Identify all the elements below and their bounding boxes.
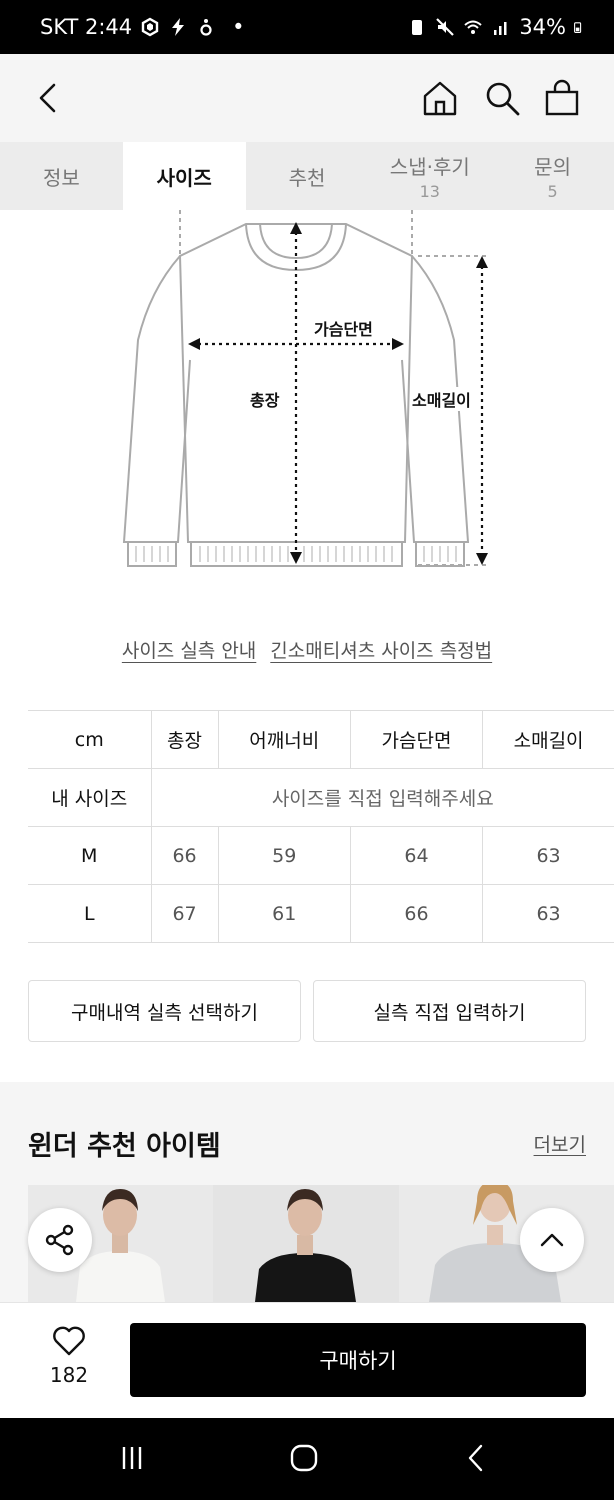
size-label: L xyxy=(28,884,151,943)
my-size-row: 내 사이즈 사이즈를 직접 입력해주세요 xyxy=(28,768,614,827)
carrier-time: SKT 2:44 xyxy=(40,15,133,39)
size-table: cm 총장 어깨너비 가슴단면 소매길이 내 사이즈 사이즈를 직접 입력해주세… xyxy=(28,710,614,943)
unit-header: cm xyxy=(28,710,151,769)
bolt-icon xyxy=(172,18,185,36)
table-cell: 63 xyxy=(482,826,614,885)
table-cell: 59 xyxy=(217,826,351,885)
system-nav-bar xyxy=(0,1418,614,1500)
cart-button[interactable] xyxy=(540,76,584,120)
home-nav-icon xyxy=(290,1444,318,1472)
table-header-row: cm 총장 어깨너비 가슴단면 소매길이 xyxy=(28,710,614,769)
mute-icon xyxy=(436,18,455,36)
tab-inquiry[interactable]: 문의 5 xyxy=(491,142,614,210)
column-header: 어깨너비 xyxy=(217,710,351,769)
recommend-title: 윈더 추천 아이템 xyxy=(28,1131,221,1162)
select-history-button[interactable]: 구매내역 실측 선택하기 xyxy=(28,980,301,1042)
table-cell: 61 xyxy=(217,884,351,943)
recent-apps-button[interactable] xyxy=(112,1438,152,1478)
my-size-input[interactable]: 사이즈를 직접 입력해주세요 xyxy=(150,768,614,827)
recent-apps-icon xyxy=(122,1447,142,1469)
size-guide-link[interactable]: 사이즈 실측 안내 xyxy=(122,636,256,663)
length-label: 총장 xyxy=(248,387,282,411)
tab-size[interactable]: 사이즈 xyxy=(122,142,246,210)
search-icon xyxy=(486,82,520,116)
table-cell: 63 xyxy=(482,884,614,943)
battery-saver-icon xyxy=(412,20,423,35)
table-cell: 66 xyxy=(150,826,219,885)
status-right: 34% xyxy=(407,15,586,39)
table-cell: 67 xyxy=(150,884,219,943)
my-size-label: 내 사이즈 xyxy=(28,768,151,827)
back-button[interactable] xyxy=(26,76,70,120)
sweatshirt-outline xyxy=(122,210,490,567)
table-cell: 64 xyxy=(349,826,483,885)
recommend-more-link[interactable]: 더보기 xyxy=(534,1130,586,1157)
back-arrow-icon xyxy=(39,83,56,113)
like-count: 182 xyxy=(49,1363,89,1387)
wifi-icon xyxy=(464,20,482,34)
tab-recommend[interactable]: 추천 xyxy=(246,142,369,210)
column-header: 가슴단면 xyxy=(349,710,483,769)
status-left: SKT 2:44 • xyxy=(40,15,245,39)
buy-button[interactable]: 구매하기 xyxy=(130,1323,586,1397)
table-cell: 66 xyxy=(349,884,483,943)
size-diagram: 가슴단면 총장 소매길이 xyxy=(0,210,614,590)
home-nav-button[interactable] xyxy=(284,1438,324,1478)
size-guide-links: 사이즈 실측 안내 긴소매티셔츠 사이즈 측정법 xyxy=(0,636,614,663)
model-black-shirt-image xyxy=(213,1185,399,1302)
battery-percent: 34% xyxy=(519,15,566,39)
share-icon xyxy=(45,1224,74,1256)
tab-snap-review[interactable]: 스냅·후기 13 xyxy=(368,142,491,210)
status-dot: • xyxy=(232,15,245,39)
accessibility-icon xyxy=(200,19,212,36)
purchase-bar: 182 구매하기 xyxy=(0,1302,614,1418)
column-header: 총장 xyxy=(150,710,219,769)
chevron-up-icon xyxy=(540,1233,564,1247)
tab-info[interactable]: 정보 xyxy=(0,142,123,210)
size-label: M xyxy=(28,826,151,885)
home-icon xyxy=(423,81,457,116)
back-nav-icon xyxy=(468,1444,483,1472)
chest-label: 가슴단면 xyxy=(312,316,375,340)
home-button[interactable] xyxy=(418,76,462,120)
like-button[interactable]: 182 xyxy=(40,1325,98,1387)
tab-inquiry-count: 5 xyxy=(547,182,558,201)
measure-method-link[interactable]: 긴소매티셔츠 사이즈 측정법 xyxy=(270,636,492,663)
back-nav-button[interactable] xyxy=(456,1438,496,1478)
heart-icon xyxy=(53,1326,85,1356)
table-row: L 67 61 66 63 xyxy=(28,884,614,943)
table-row: M 66 59 64 63 xyxy=(28,826,614,885)
recommend-section: 윈더 추천 아이템 더보기 xyxy=(0,1082,614,1302)
app-notification-icon xyxy=(141,17,159,37)
shopping-bag-icon xyxy=(545,79,579,116)
product-tabs: 정보 사이즈 추천 스냅·후기 13 문의 5 xyxy=(0,142,614,210)
app-header xyxy=(0,54,614,142)
sleeve-label: 소매길이 xyxy=(410,387,473,411)
share-button[interactable] xyxy=(28,1208,92,1272)
scroll-top-button[interactable] xyxy=(520,1208,584,1272)
product-image[interactable] xyxy=(213,1185,399,1302)
column-header: 소매길이 xyxy=(482,710,614,769)
direct-input-button[interactable]: 실측 직접 입력하기 xyxy=(313,980,586,1042)
signal-icon xyxy=(494,22,507,35)
search-button[interactable] xyxy=(480,76,524,120)
tab-review-count: 13 xyxy=(419,182,440,201)
status-bar: SKT 2:44 • 34% xyxy=(0,0,614,54)
battery-icon xyxy=(574,22,582,33)
